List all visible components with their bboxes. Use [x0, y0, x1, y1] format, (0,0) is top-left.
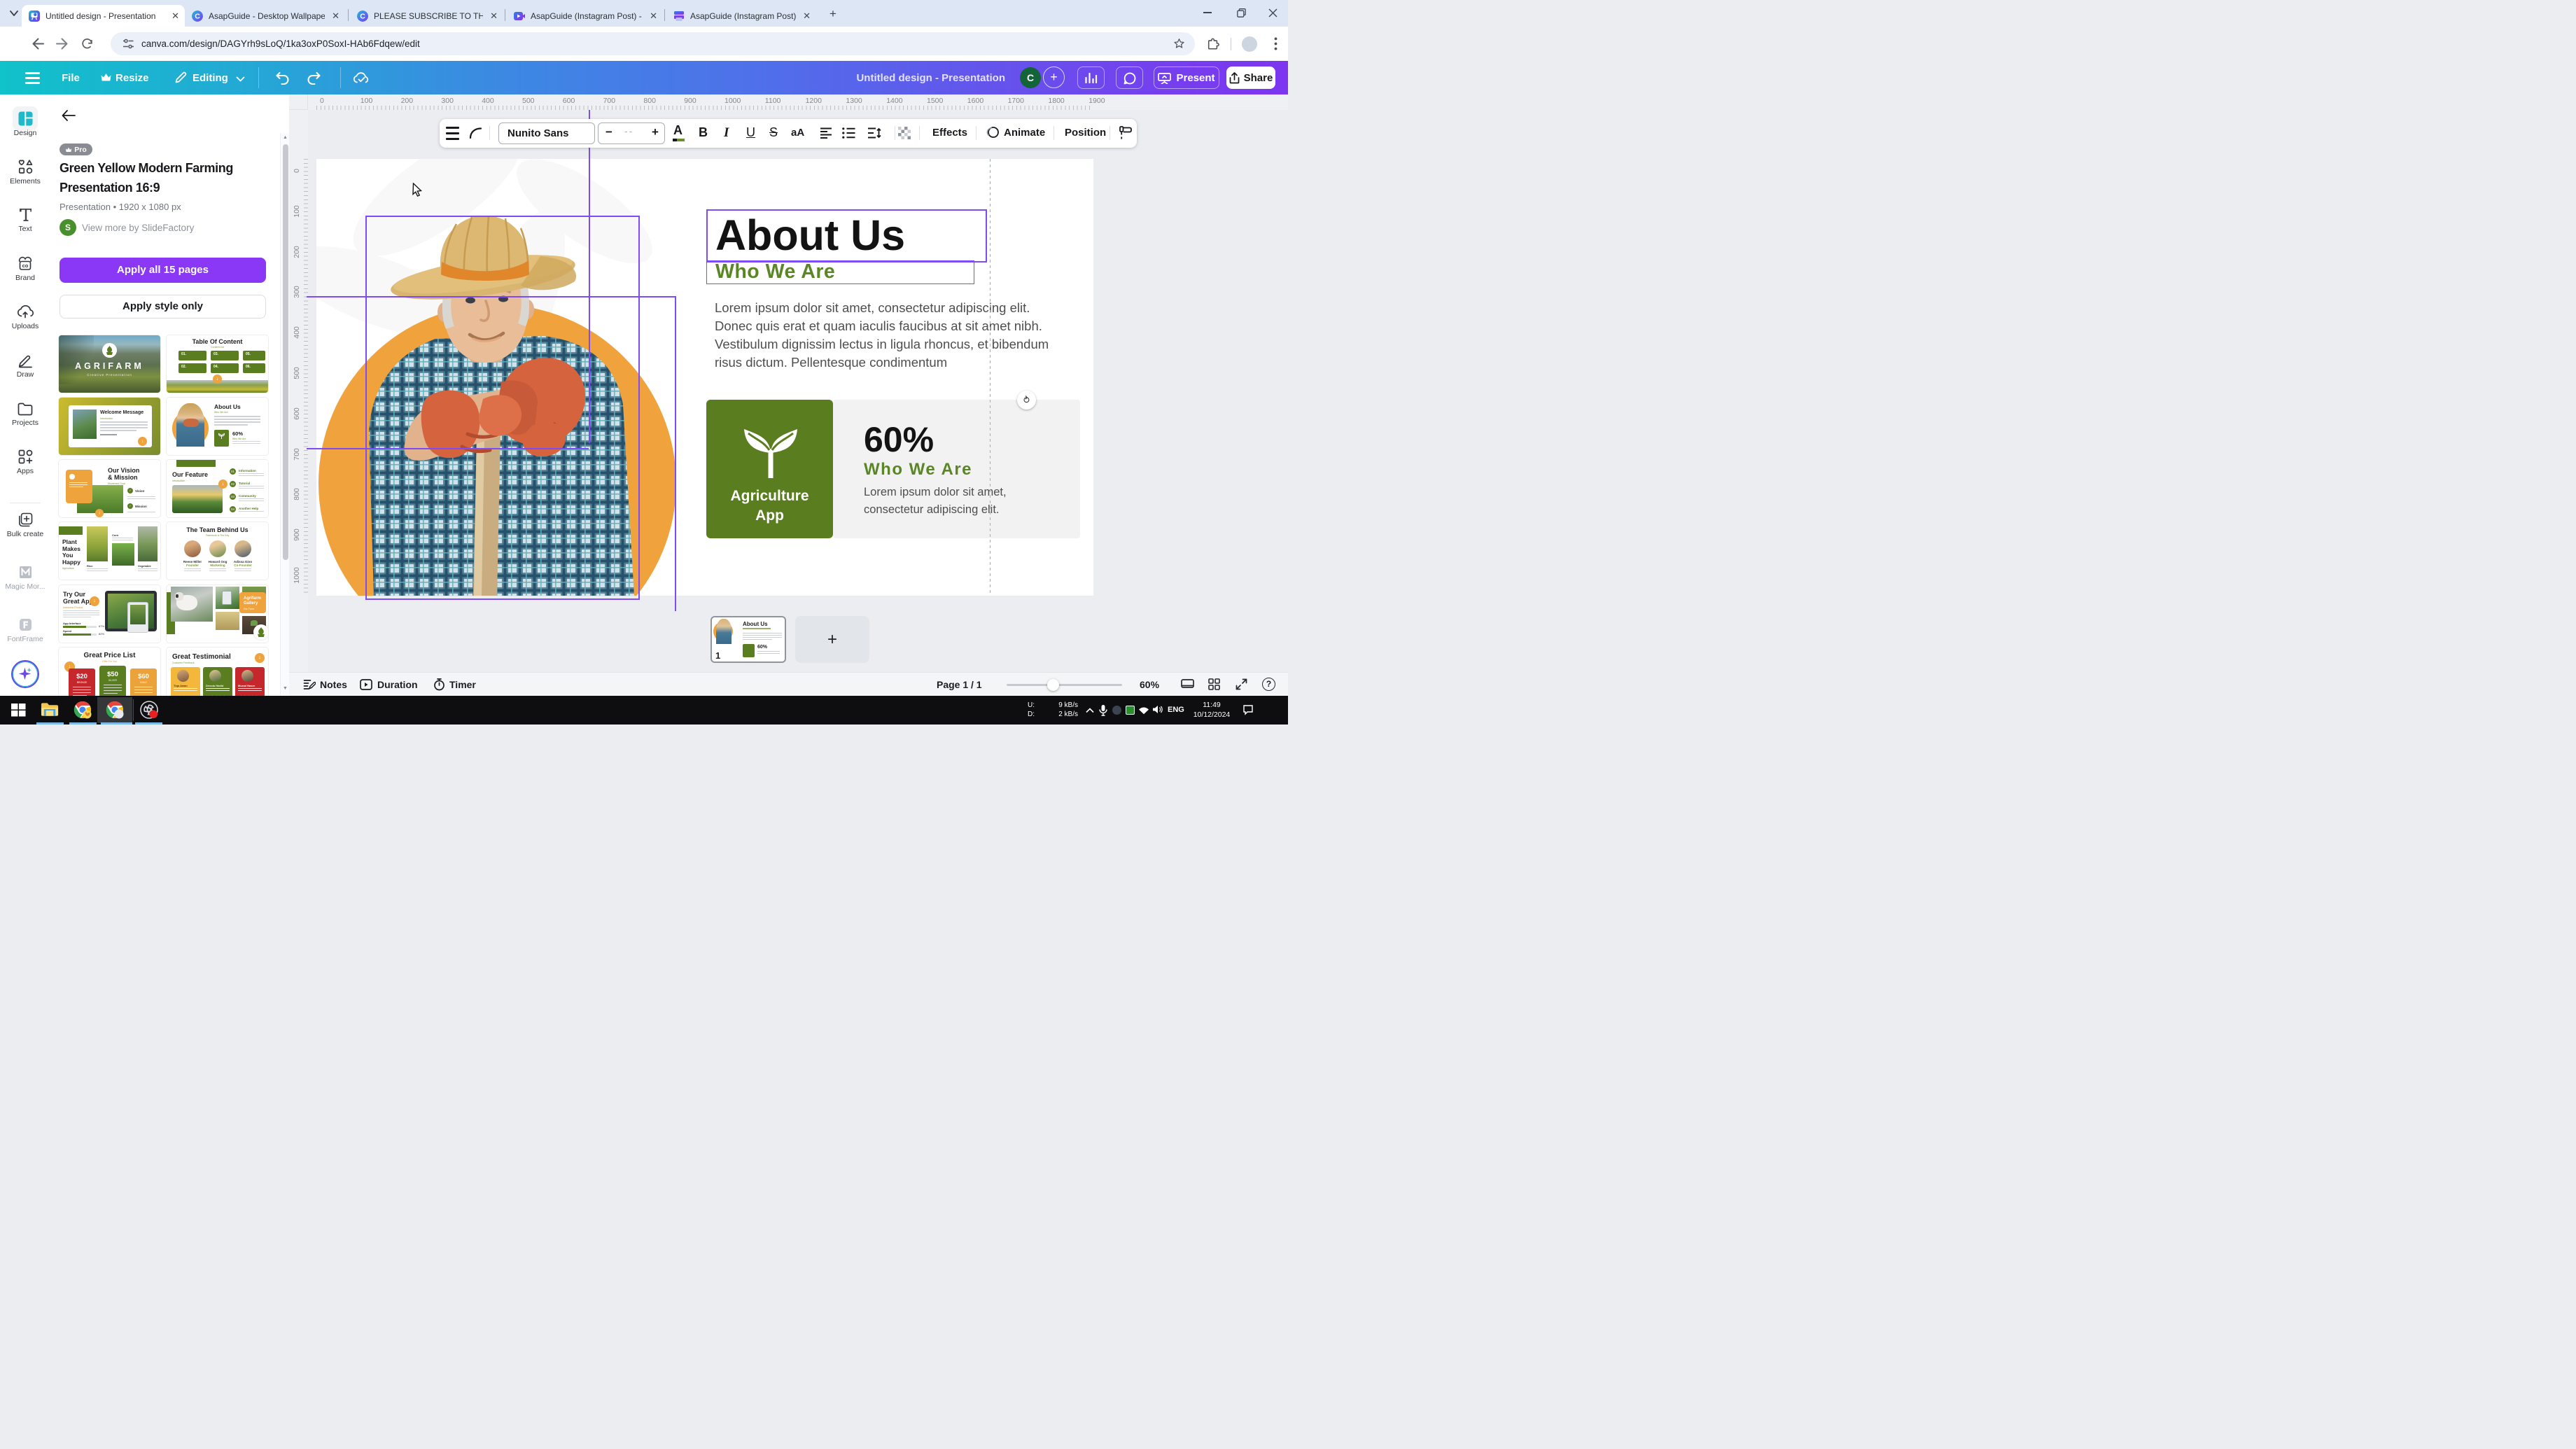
svg-text:C: C: [195, 12, 200, 20]
svg-text:co: co: [22, 262, 29, 269]
svg-text:C: C: [360, 12, 365, 20]
